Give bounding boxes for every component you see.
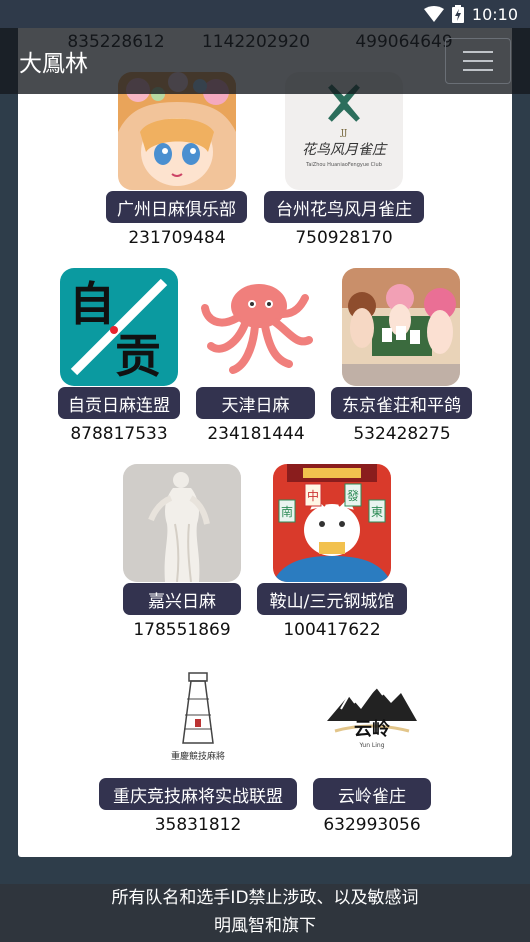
club-id-text: 35831812 xyxy=(154,815,242,835)
logo-text: 花鸟风月雀庄 xyxy=(302,142,388,158)
hamburger-icon xyxy=(463,51,493,53)
octopus-icon[interactable] xyxy=(197,268,315,386)
hamburger-icon xyxy=(463,69,493,71)
club-id-text: 234181444 xyxy=(207,424,305,444)
status-bar: 10:10 xyxy=(0,0,530,28)
club-id-text: 178551869 xyxy=(133,620,231,640)
club-id-text: 100417622 xyxy=(283,620,381,640)
zigong-logo[interactable]: 自 贡 xyxy=(60,268,178,386)
footer-bar: 所有队名和选手ID禁止涉政、以及敏感词 明風智和旗下 xyxy=(0,884,530,942)
app-bar: 大鳳林 xyxy=(0,28,530,94)
club-name-label[interactable]: 东京雀荘和平鸽 xyxy=(331,387,472,419)
logo-subtext: Yun Ling xyxy=(358,742,384,749)
club-name-label[interactable]: 嘉兴日麻 xyxy=(123,583,241,615)
logo-text: 云岭 xyxy=(354,718,390,740)
logo-subtext: TaiZhou HuaniaoFengyue Club xyxy=(305,162,382,168)
tower-logo[interactable]: 重慶競技麻將 xyxy=(139,659,257,777)
menu-button[interactable] xyxy=(445,38,511,84)
anime-group-avatar[interactable] xyxy=(342,268,460,386)
tile-text: 南 xyxy=(281,504,293,519)
club-id-text: 878817533 xyxy=(70,424,168,444)
club-id-text: 750928170 xyxy=(295,228,393,248)
mountain-logo[interactable]: 云岭 Yun Ling xyxy=(313,659,431,777)
logo-text-bottom: 贡 xyxy=(115,329,161,383)
statue-photo[interactable] xyxy=(123,464,241,582)
club-name-label[interactable]: 自贡日麻连盟 xyxy=(58,387,180,419)
lucky-cat-icon[interactable]: 南 中 發 東 xyxy=(273,464,391,582)
battery-icon xyxy=(451,5,464,23)
club-id-text: 632993056 xyxy=(323,815,421,835)
club-id-text: 231709484 xyxy=(128,228,226,248)
club-name-label[interactable]: 天津日麻 xyxy=(196,387,315,419)
logo-text-top: 自 xyxy=(69,277,115,331)
club-name-label[interactable]: 台州花鸟风月雀庄 xyxy=(264,191,424,223)
svg-text:JJ: JJ xyxy=(340,128,347,137)
app-title: 大鳳林 xyxy=(19,51,88,77)
wifi-icon xyxy=(423,6,444,22)
tile-text: 中 xyxy=(307,488,319,503)
club-name-label[interactable]: 广州日麻俱乐部 xyxy=(106,191,247,223)
club-id-text: 532428275 xyxy=(353,424,451,444)
club-name-label[interactable]: 云岭雀庄 xyxy=(313,778,431,810)
club-name-label[interactable]: 重庆竞技麻将实战联盟 xyxy=(99,778,297,810)
tile-text: 發 xyxy=(347,488,359,503)
clock-text: 10:10 xyxy=(471,4,518,24)
footer-notice: 所有队名和选手ID禁止涉政、以及敏感词 xyxy=(111,888,419,908)
club-name-label[interactable]: 鞍山/三元钢城馆 xyxy=(257,583,407,615)
tile-text: 東 xyxy=(371,505,383,519)
logo-text: 重慶競技麻將 xyxy=(171,750,225,762)
hamburger-icon xyxy=(463,60,493,62)
footer-credit: 明風智和旗下 xyxy=(214,916,316,936)
